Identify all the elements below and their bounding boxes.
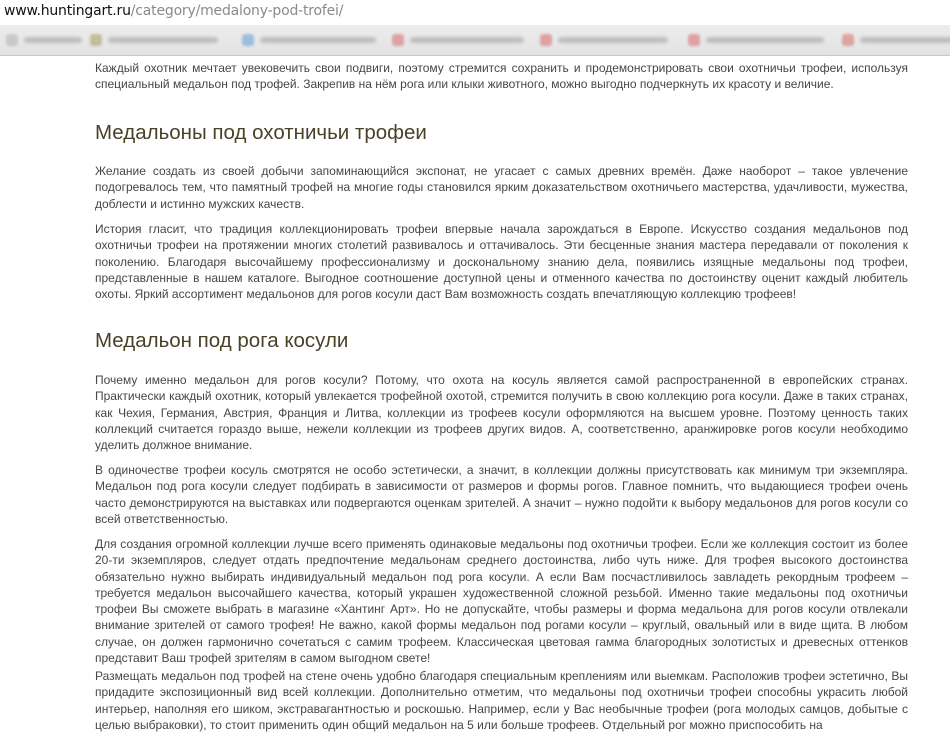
paragraph: Желание создать из своей добычи запомина… [95, 164, 908, 211]
bookmark-item[interactable] [392, 33, 524, 47]
paragraph: Почему именно медальон для рогов косули?… [95, 373, 908, 453]
intro-paragraph: Каждый охотник мечтает увековечить свои … [95, 61, 908, 92]
bookmark-label [410, 37, 524, 43]
section-heading-roe-deer-medallion: Медальон под рога косули [95, 329, 349, 352]
bookmark-item[interactable] [6, 33, 82, 47]
page-url[interactable]: www.huntingart.ru/category/medalony-pod-… [4, 3, 343, 19]
bookmark-label [260, 37, 376, 43]
paragraph: В одиночестве трофеи косуль смотрятся не… [95, 463, 908, 526]
paragraph: Для создания огромной коллекции лучше вс… [95, 537, 908, 666]
bookmark-icon [688, 34, 700, 46]
bookmark-icon [6, 34, 18, 46]
bookmark-icon [392, 34, 404, 46]
bookmark-icon [540, 34, 552, 46]
address-bar[interactable]: www.huntingart.ru/category/medalony-pod-… [0, 0, 950, 25]
url-path: /category/medalony-pod-trofei/ [130, 3, 344, 19]
bookmarks-bar [0, 25, 950, 56]
bookmark-label [860, 37, 950, 43]
bookmark-label [24, 37, 82, 43]
bookmark-item[interactable] [90, 33, 218, 47]
bookmark-item[interactable] [540, 33, 668, 47]
bookmark-icon [90, 34, 102, 46]
paragraph: Размещать медальон под трофей на стене о… [95, 669, 908, 732]
section-heading-hunting-trophies: Медальоны под охотничьи трофеи [95, 121, 427, 144]
bookmark-label [108, 37, 218, 43]
bookmark-item[interactable] [688, 33, 824, 47]
url-domain: www.huntingart.ru [4, 3, 131, 19]
bookmark-icon [242, 34, 254, 46]
bookmark-item[interactable] [842, 33, 950, 47]
bookmark-label [558, 37, 668, 43]
bookmark-icon [842, 34, 854, 46]
paragraph: История гласит, что традиция коллекциони… [95, 222, 908, 302]
bookmark-item[interactable] [242, 33, 376, 47]
bookmark-label [706, 37, 824, 43]
